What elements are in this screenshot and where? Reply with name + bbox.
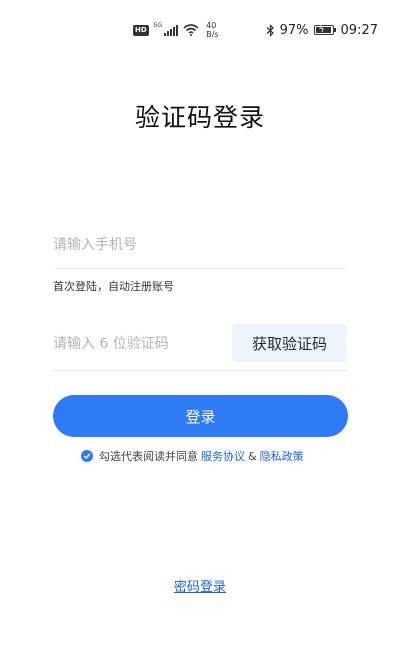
agreement-and: & [248,449,257,463]
code-field [53,322,223,366]
network-type: 5G [153,21,163,29]
check-icon [83,453,91,459]
privacy-policy-link[interactable]: 隐私政策 [260,448,304,464]
signal-icon [164,24,179,36]
status-bar-left: HD 5G 40 B/s [133,19,219,41]
password-login-link[interactable]: 密码登录 [0,576,400,595]
battery-charging-icon: ϟ [313,25,336,35]
agreement-row: 勾选代表阅读并同意 服务协议 & 隐私政策 [81,448,304,464]
login-screen: HD 5G 40 B/s 97% ϟ 09:27 验证码登录 请输入手机号 首次… [0,0,400,666]
charging-bolt-icon: ϟ [318,25,325,35]
network-speed: 40 B/s [206,21,218,39]
agreement-text: 勾选代表阅读并同意 [99,450,198,463]
verification-code-row: 获取验证码 [53,322,347,371]
verification-code-input[interactable] [53,322,223,366]
hd-icon: HD [133,24,149,36]
get-code-button[interactable]: 获取验证码 [232,324,347,362]
login-button[interactable]: 登录 [53,395,348,437]
bluetooth-icon [266,23,274,37]
wifi-icon [183,24,199,36]
service-agreement-link[interactable]: 服务协议 [201,448,245,464]
status-bar: HD 5G 40 B/s 97% ϟ 09:27 [0,0,400,58]
phone-field [53,222,345,269]
clock: 09:27 [340,22,378,38]
page-title: 验证码登录 [134,103,265,132]
speed-unit: B/s [206,30,219,39]
speed-value: 40 [206,21,217,30]
battery-percent: 97% [279,22,309,38]
phone-input[interactable] [53,222,345,268]
agreement-checkbox[interactable] [81,450,93,462]
status-bar-right: 97% ϟ 09:27 [266,19,378,41]
register-hint: 首次登陆，自动注册账号 [53,280,174,293]
